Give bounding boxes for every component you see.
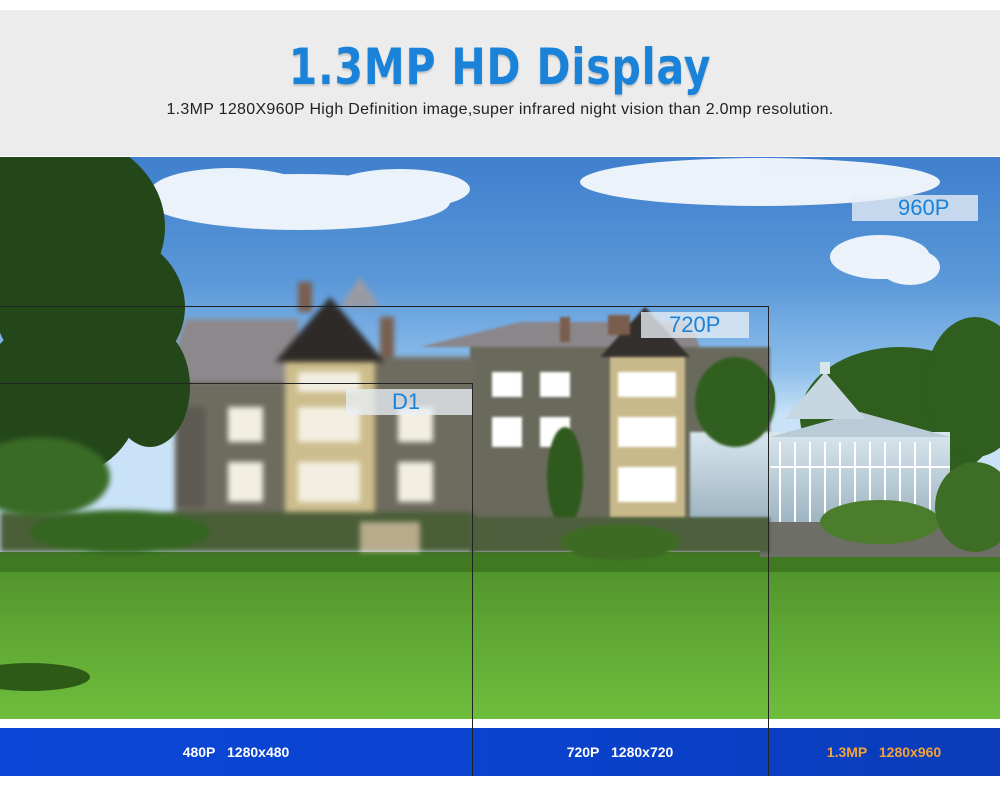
header-banner: 1.3MP HD Display 1.3MP 1280X960P High De… [0, 10, 1000, 156]
label-960p: 960P [852, 195, 978, 221]
tree-left [0, 157, 190, 477]
label-d1: D1 [346, 389, 472, 415]
resolution-720p: 720P 1280x720 [566, 744, 674, 760]
resolution-13mp: 1.3MP 1280x960 [826, 744, 942, 760]
cloud-shapes [150, 158, 940, 285]
resolution-480p: 480P 1280x480 [182, 744, 290, 760]
page-title: 1.3MP HD Display [288, 38, 712, 96]
manor-house-illustration [0, 157, 1000, 719]
divider-720p [768, 719, 769, 776]
label-720p: 720P [641, 312, 749, 338]
page-subtitle: 1.3MP 1280X960P High Definition image,su… [166, 101, 834, 118]
divider-d1 [472, 719, 473, 776]
comparison-photo: 960P 720P D1 [0, 157, 1000, 719]
resolution-bar: 480P 1280x480 720P 1280x720 1.3MP 1280x9… [0, 728, 1000, 776]
